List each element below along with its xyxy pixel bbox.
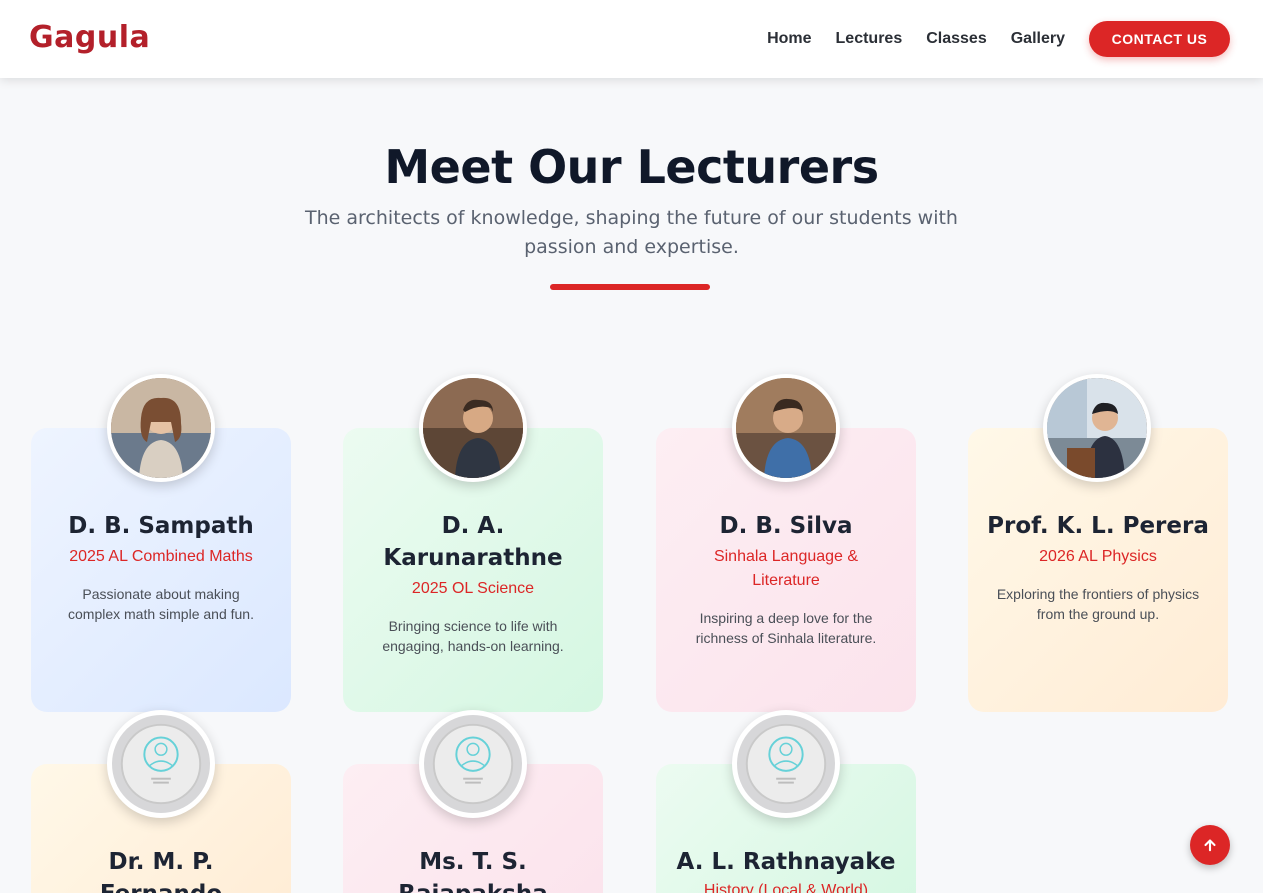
lecturer-name: Dr. M. P. Fernando — [100, 849, 222, 893]
page-title: Meet Our Lecturers — [384, 140, 879, 194]
site-logo[interactable]: Gagula — [29, 20, 150, 55]
site-header: Gagula Home Lectures Classes Gallery CON… — [0, 0, 1263, 78]
lecturer-subject: 2026 AL Physics — [1039, 548, 1157, 565]
page-subtitle: The architects of knowledge, shaping the… — [305, 207, 958, 258]
lecturer-photo — [732, 374, 840, 482]
title-underline — [550, 284, 710, 290]
lecturer-name: A. L. Rathnayake — [676, 849, 896, 875]
user-placeholder-icon — [745, 723, 827, 805]
lecturer-subject: Sinhala Language & Literature — [713, 548, 859, 589]
lecturer-subject: 2025 OL Science — [411, 580, 535, 597]
main-nav: Home Lectures Classes Gallery — [767, 30, 1065, 48]
contact-us-button[interactable]: CONTACT US — [1089, 21, 1230, 57]
lecturer-photo — [1043, 374, 1151, 482]
lecturer-photo-placeholder — [107, 710, 215, 818]
nav-lectures[interactable]: Lectures — [836, 30, 903, 48]
lecturer-name: D. B. Sampath — [68, 513, 254, 539]
user-placeholder-icon — [432, 723, 514, 805]
lecturer-name: Ms. T. S. Rajapaksha — [398, 849, 548, 893]
nav-home[interactable]: Home — [767, 30, 811, 48]
lecturer-photo-placeholder — [732, 710, 840, 818]
lecturer-description: Inspiring a deep love for the richness o… — [695, 610, 877, 646]
lecturer-name: Prof. K. L. Perera — [987, 513, 1209, 539]
lecturer-subject: History (Local & World) — [703, 882, 869, 893]
arrow-up-icon — [1204, 839, 1216, 852]
lecturer-subject: 2025 AL Combined Maths — [69, 548, 253, 565]
lecturer-description: Exploring the frontiers of physics from … — [996, 586, 1200, 622]
lecturer-description: Passionate about making complex math sim… — [68, 586, 254, 622]
lecturer-photo — [107, 374, 215, 482]
nav-gallery[interactable]: Gallery — [1011, 30, 1065, 48]
lecturer-photo — [419, 374, 527, 482]
scroll-to-top-button[interactable] — [1190, 825, 1230, 865]
lecturer-description: Bringing science to life with engaging, … — [382, 618, 564, 654]
lecturer-photo-placeholder — [419, 710, 527, 818]
lecturer-name: D. A. Karunarathne — [383, 513, 563, 571]
user-placeholder-icon — [120, 723, 202, 805]
lecturer-name: D. B. Silva — [719, 513, 853, 539]
nav-classes[interactable]: Classes — [926, 30, 987, 48]
